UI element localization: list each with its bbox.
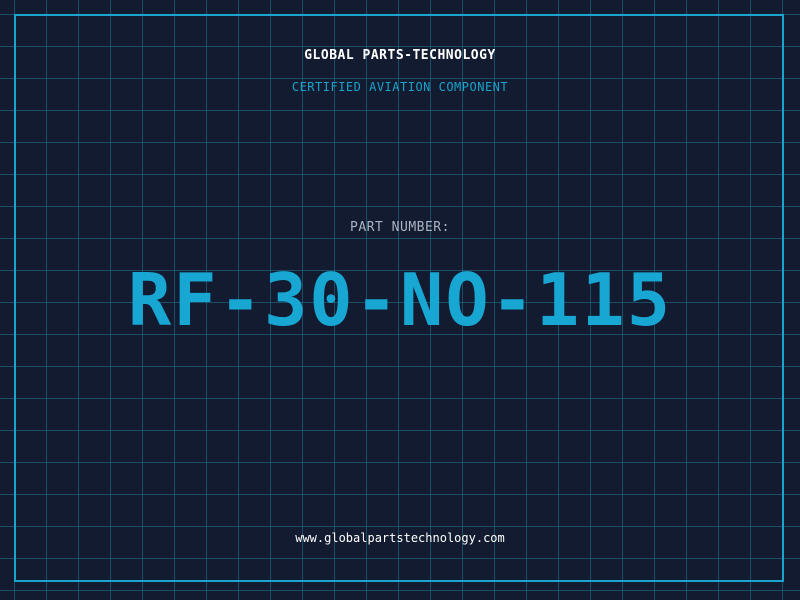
brand-title: GLOBAL PARTS-TECHNOLOGY bbox=[304, 48, 496, 63]
label-canvas: GLOBAL PARTS-TECHNOLOGY CERTIFIED AVIATI… bbox=[0, 0, 800, 600]
certification-subtitle: CERTIFIED AVIATION COMPONENT bbox=[291, 80, 509, 94]
part-number-label: PART NUMBER: bbox=[350, 220, 450, 235]
website-url: www.globalpartstechnology.com bbox=[295, 531, 505, 545]
part-number-value: RF-30-NO-115 bbox=[127, 258, 673, 342]
